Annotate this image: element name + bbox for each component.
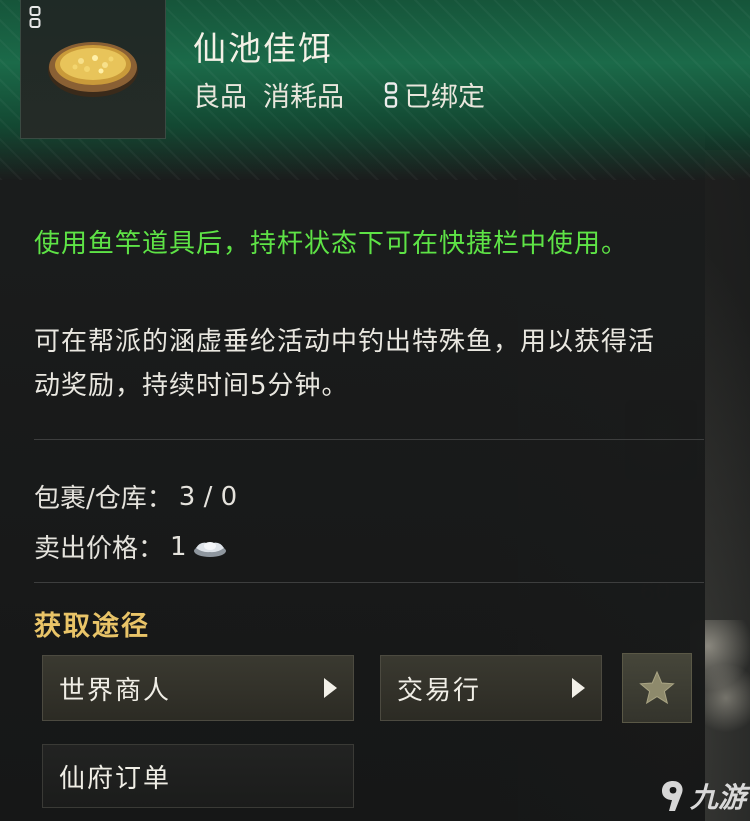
- source-trading-house-button[interactable]: 交易行: [380, 655, 602, 721]
- sources-title: 获取途径: [34, 611, 150, 642]
- item-quality: 良品: [193, 82, 247, 113]
- source-label: 世界商人: [59, 675, 172, 706]
- divider: [34, 582, 704, 583]
- golden-bait-bowl-icon: [48, 42, 138, 97]
- source-label: 仙府订单: [59, 763, 172, 794]
- source-world-merchant-button[interactable]: 世界商人: [42, 655, 354, 721]
- sell-price: 卖出价格： 1: [34, 528, 227, 565]
- watermark: 九游: [660, 776, 746, 816]
- usage-description: 使用鱼竿道具后，持杆状态下可在快捷栏中使用。: [34, 229, 629, 259]
- storage-value: 3 / 0: [178, 481, 238, 512]
- silver-ingot-icon: [193, 541, 226, 557]
- item-name: 仙池佳饵: [193, 29, 333, 68]
- play-arrow-icon: [572, 678, 585, 698]
- bound-chain-icon: [29, 6, 41, 28]
- item-category: 消耗品: [263, 82, 344, 113]
- item-meta: 良品 消耗品 已绑定: [193, 75, 485, 114]
- price-label: 卖出价格：: [34, 534, 165, 564]
- source-immortal-mansion-order-button[interactable]: 仙府订单: [42, 744, 354, 808]
- play-arrow-icon: [324, 678, 337, 698]
- item-icon-frame: [20, 0, 166, 139]
- storage-label: 包裹/仓库：: [34, 484, 173, 514]
- favorite-button[interactable]: [622, 653, 692, 723]
- jiuyou-logo-icon: [662, 781, 683, 811]
- bind-status: 已绑定: [404, 82, 485, 113]
- star-icon: [639, 670, 675, 705]
- source-label: 交易行: [397, 675, 482, 706]
- bound-chain-icon: [384, 81, 398, 108]
- watermark-text: 九游: [690, 781, 747, 814]
- divider: [34, 439, 704, 440]
- price-value: 1: [170, 531, 187, 562]
- effect-description: 可在帮派的涵虚垂纶活动中钓出特殊鱼，用以获得活动奖励，持续时间5分钟。: [34, 327, 656, 401]
- storage-count: 包裹/仓库： 3 / 0: [34, 478, 237, 515]
